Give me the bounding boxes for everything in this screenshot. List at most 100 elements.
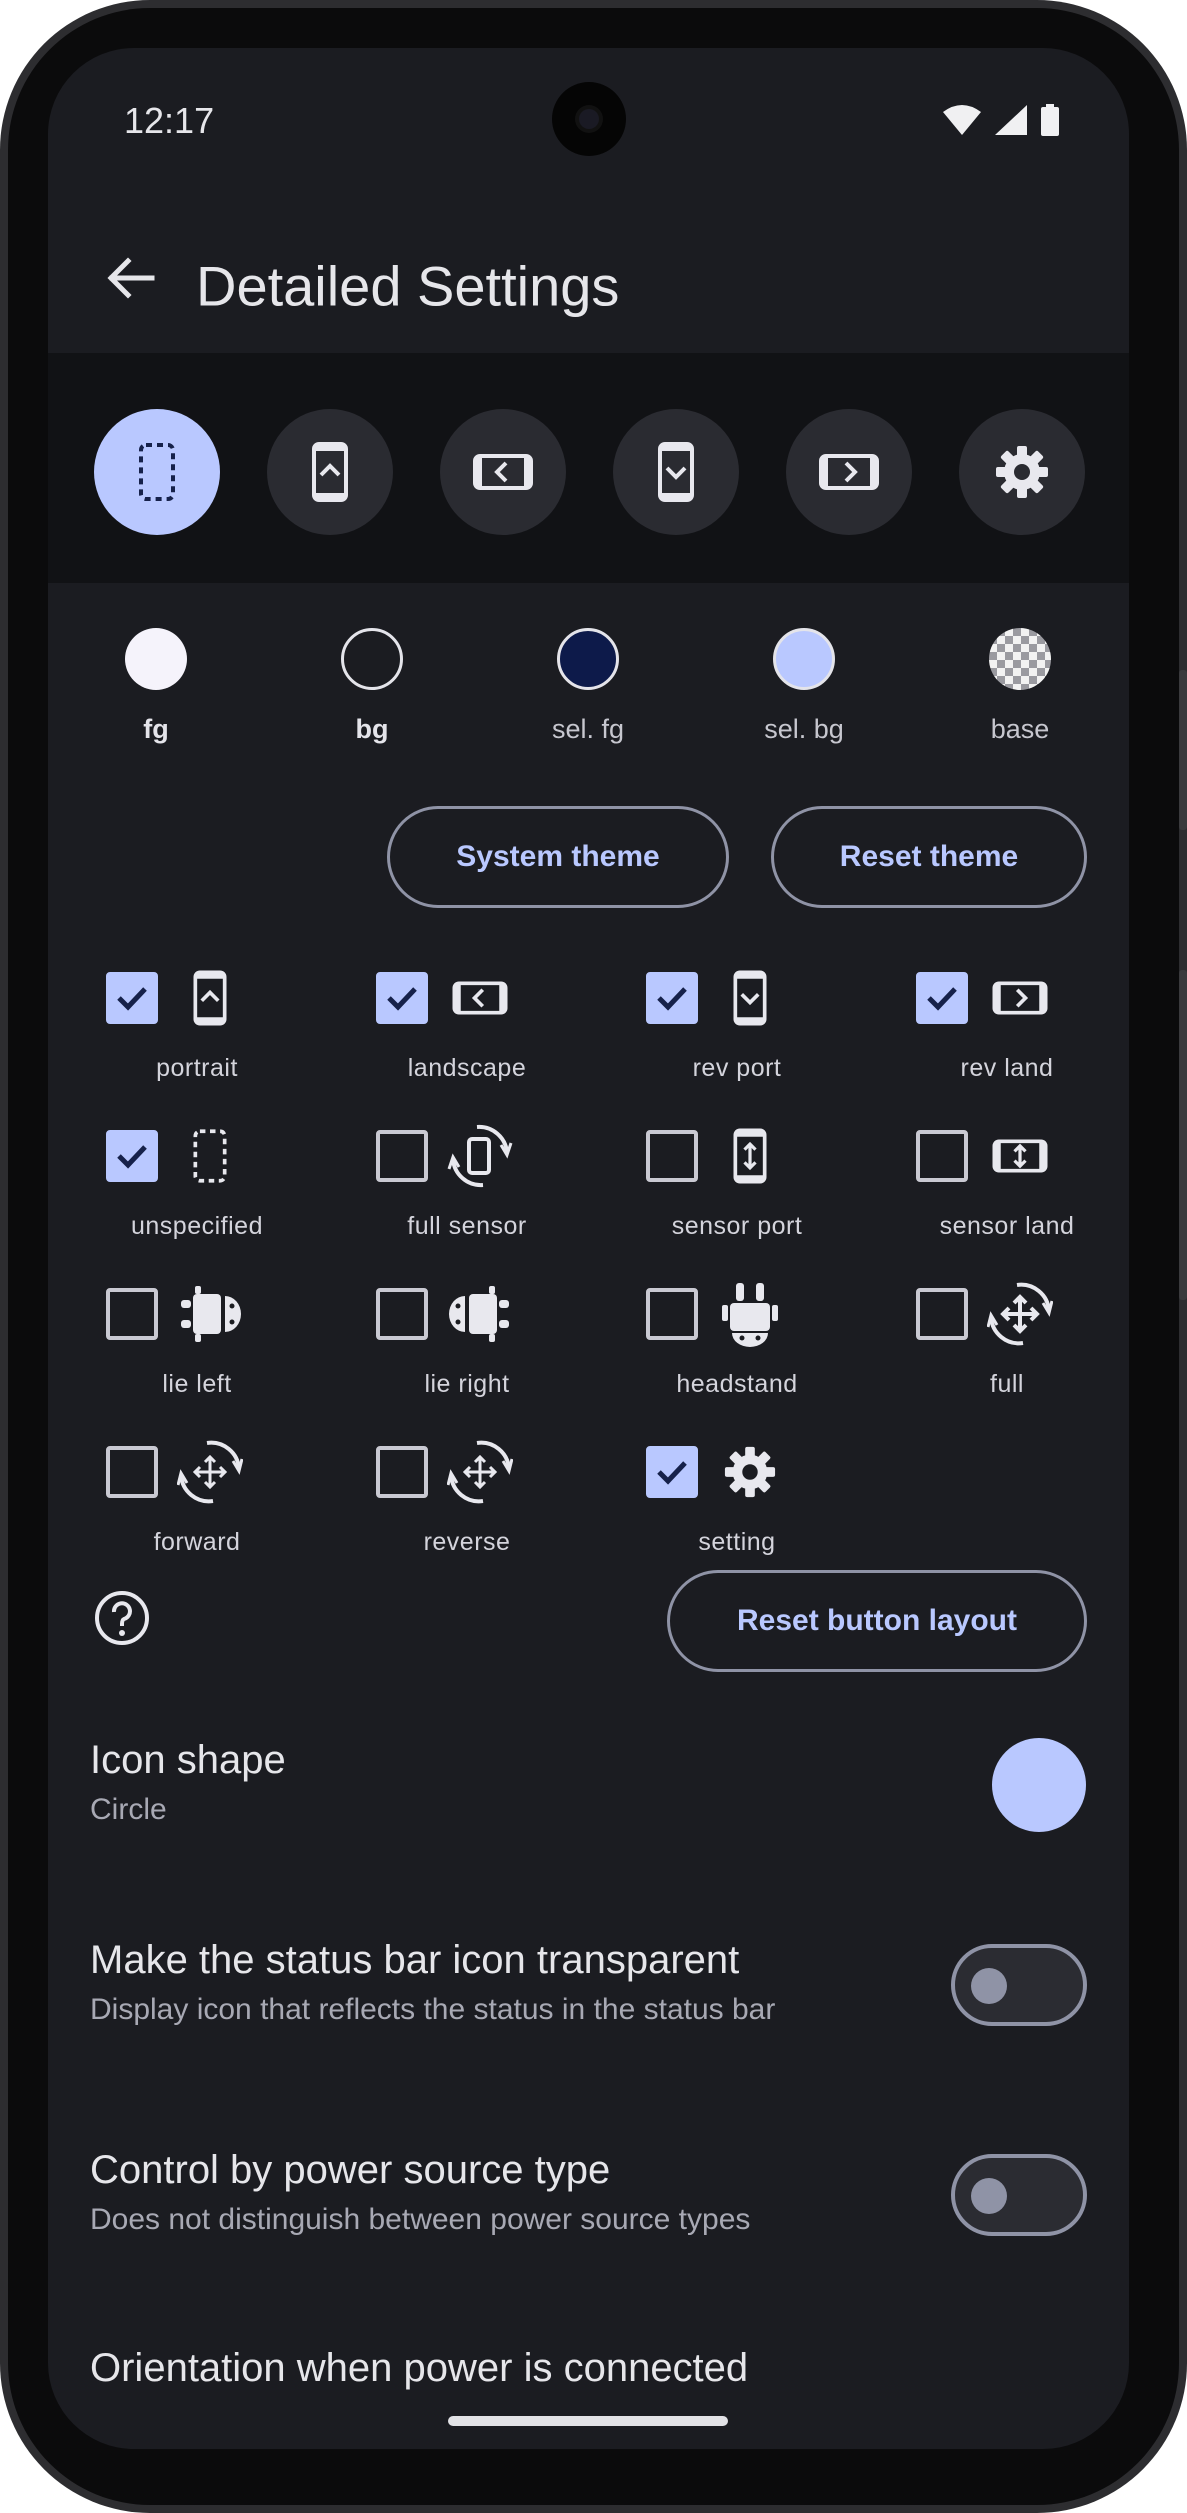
battery-icon bbox=[1041, 104, 1059, 136]
robot-left-icon bbox=[174, 1278, 246, 1350]
orientation-lie-right[interactable]: lie right bbox=[332, 1274, 602, 1414]
system-theme-button[interactable]: System theme bbox=[387, 806, 729, 908]
status-bar-icon-subtitle: Display icon that reflects the status in… bbox=[90, 1993, 776, 2026]
color-bg[interactable]: bg bbox=[292, 628, 452, 745]
unspecified-icon bbox=[174, 1120, 246, 1192]
rev-port-icon bbox=[658, 442, 694, 502]
checkbox[interactable] bbox=[376, 972, 428, 1024]
orientation-label: forward bbox=[153, 1528, 241, 1556]
checkmark-icon bbox=[927, 987, 957, 1011]
mode-button-landscape[interactable] bbox=[440, 409, 566, 535]
orientation-label: unspecified bbox=[131, 1212, 263, 1240]
back-button[interactable] bbox=[98, 246, 162, 310]
mode-button-rev-land[interactable] bbox=[786, 409, 912, 535]
status-icons bbox=[943, 104, 1059, 136]
rev-land-icon bbox=[819, 454, 879, 490]
orientation-label: full bbox=[990, 1370, 1024, 1398]
color-label-bg: bg bbox=[355, 714, 389, 744]
color-fg[interactable]: fg bbox=[76, 628, 236, 745]
checkbox[interactable] bbox=[106, 1288, 158, 1340]
checkmark-icon bbox=[387, 987, 417, 1011]
reset-button-layout-button[interactable]: Reset button layout bbox=[667, 1570, 1087, 1672]
status-time: 12:17 bbox=[124, 100, 215, 141]
mode-button-bar bbox=[48, 353, 1129, 583]
checkbox[interactable] bbox=[916, 972, 968, 1024]
icon-shape-preview[interactable] bbox=[992, 1738, 1086, 1832]
color-sel-bg[interactable]: sel. bg bbox=[724, 628, 884, 745]
rev-land-icon bbox=[984, 962, 1056, 1034]
mode-button-setting[interactable] bbox=[959, 409, 1085, 535]
toggle-knob bbox=[971, 2178, 1007, 2214]
checkbox[interactable] bbox=[646, 1288, 698, 1340]
checkbox[interactable] bbox=[106, 1130, 158, 1182]
orientation-rev-port[interactable]: rev port bbox=[602, 958, 872, 1098]
checkbox[interactable] bbox=[646, 972, 698, 1024]
color-swatch-sel-fg bbox=[557, 628, 619, 690]
checkbox[interactable] bbox=[376, 1446, 428, 1498]
orientation-full[interactable]: full bbox=[872, 1274, 1129, 1414]
orientation-label: portrait bbox=[156, 1054, 238, 1082]
checkmark-icon bbox=[117, 1145, 147, 1169]
power-source-title: Control by power source type bbox=[90, 2148, 611, 2192]
status-bar-icon-title: Make the status bar icon transparent bbox=[90, 1938, 740, 1982]
orientation-headstand[interactable]: headstand bbox=[602, 1274, 872, 1414]
orientation-label: setting bbox=[698, 1528, 776, 1556]
full-sensor-icon bbox=[444, 1120, 516, 1192]
sensor-land-icon bbox=[984, 1120, 1056, 1192]
unspecified-icon bbox=[139, 443, 175, 501]
icon-shape-value: Circle bbox=[90, 1793, 167, 1826]
landscape-icon bbox=[444, 962, 516, 1034]
orientation-label: sensor land bbox=[939, 1212, 1075, 1240]
reset-theme-button[interactable]: Reset theme bbox=[771, 806, 1087, 908]
help-button[interactable] bbox=[92, 1588, 152, 1648]
checkbox[interactable] bbox=[916, 1130, 968, 1182]
color-swatch-sel-bg bbox=[773, 628, 835, 690]
orientation-label: sensor port bbox=[671, 1212, 803, 1240]
color-swatch-fg bbox=[125, 628, 187, 690]
orientation-rev-land[interactable]: rev land bbox=[872, 958, 1129, 1098]
checkmark-icon bbox=[657, 1461, 687, 1485]
power-source-toggle[interactable] bbox=[951, 2154, 1087, 2236]
orientation-forward[interactable]: forward bbox=[62, 1432, 332, 1572]
orientation-reverse[interactable]: reverse bbox=[332, 1432, 602, 1572]
orientation-setting[interactable]: setting bbox=[602, 1432, 872, 1572]
orientation-unspecified[interactable]: unspecified bbox=[62, 1116, 332, 1256]
gear-icon bbox=[714, 1436, 786, 1508]
gesture-navigation-bar[interactable] bbox=[448, 2416, 728, 2426]
rev-port-icon bbox=[714, 962, 786, 1034]
gear-icon bbox=[996, 446, 1048, 498]
page-title: Detailed Settings bbox=[196, 254, 620, 318]
robot-right-icon bbox=[444, 1278, 516, 1350]
app-bar: Detailed Settings bbox=[48, 198, 1129, 353]
orientation-label: lie left bbox=[162, 1370, 232, 1398]
color-base[interactable]: base bbox=[940, 628, 1100, 745]
checkbox[interactable] bbox=[106, 1446, 158, 1498]
screen: 12:17 Detailed Settings fg bg sel. fg se… bbox=[48, 48, 1129, 2449]
checkbox[interactable] bbox=[106, 972, 158, 1024]
status-bar-icon-toggle[interactable] bbox=[951, 1944, 1087, 2026]
orientation-sensor-land[interactable]: sensor land bbox=[872, 1116, 1129, 1256]
mode-button-rev-port[interactable] bbox=[613, 409, 739, 535]
forward-rotate-icon bbox=[174, 1436, 246, 1508]
color-sel-fg[interactable]: sel. fg bbox=[508, 628, 668, 745]
reverse-rotate-icon bbox=[444, 1436, 516, 1508]
front-camera bbox=[552, 82, 626, 156]
orientation-landscape[interactable]: landscape bbox=[332, 958, 602, 1098]
checkbox[interactable] bbox=[916, 1288, 968, 1340]
checkbox[interactable] bbox=[376, 1288, 428, 1340]
orientation-full-sensor[interactable]: full sensor bbox=[332, 1116, 602, 1256]
mode-button-unspecified[interactable] bbox=[94, 409, 220, 535]
power-button bbox=[1179, 970, 1187, 1300]
orientation-label: headstand bbox=[676, 1370, 798, 1398]
orientation-lie-left[interactable]: lie left bbox=[62, 1274, 332, 1414]
checkbox[interactable] bbox=[376, 1130, 428, 1182]
checkmark-icon bbox=[657, 987, 687, 1011]
checkbox[interactable] bbox=[646, 1446, 698, 1498]
checkbox[interactable] bbox=[646, 1130, 698, 1182]
mode-button-portrait[interactable] bbox=[267, 409, 393, 535]
orientation-portrait[interactable]: portrait bbox=[62, 958, 332, 1098]
orientation-label: rev port bbox=[692, 1054, 782, 1082]
orientation-sensor-port[interactable]: sensor port bbox=[602, 1116, 872, 1256]
power-orientation-title[interactable]: Orientation when power is connected bbox=[90, 2346, 748, 2391]
landscape-icon bbox=[473, 454, 533, 490]
